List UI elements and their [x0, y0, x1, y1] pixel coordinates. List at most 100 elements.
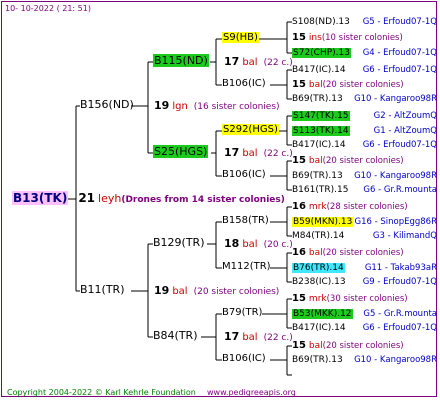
gen-reference: G2 - AltZoumQ: [374, 110, 437, 122]
sister-colonies-note: (20 c.): [263, 240, 293, 250]
gen4-row: 15 bal(20 sister colonies): [292, 79, 404, 91]
root-queen-name: B13(TK): [12, 191, 69, 205]
gen3-queen: S9(HB): [222, 32, 259, 44]
gen4-row: B69(TR).13: [292, 354, 343, 366]
gen4-row: B161(TR).15: [292, 184, 348, 196]
year-label: 16: [292, 247, 306, 258]
gen1-info: 19 lgn (16 sister colonies): [152, 100, 280, 113]
gen4-row: M84(TR).14: [292, 230, 344, 242]
gen3-queen: M112(TR): [222, 261, 271, 273]
year-label: 16: [292, 201, 306, 212]
gen-reference: G16 - SinopEgg86R: [355, 216, 438, 228]
year-label: 19: [154, 99, 170, 112]
sister-colonies-note: (10 sister colonies): [321, 33, 403, 43]
queen-name: B417(IC).14: [292, 140, 346, 150]
gen4-row: 16 bal(20 sister colonies): [292, 247, 404, 259]
queen-name: S25(HGS): [153, 145, 209, 158]
breed-code: bal: [308, 156, 323, 166]
gen2-queen: B84(TR): [153, 330, 198, 343]
reference-link: G16 - SinopEgg86R: [354, 217, 438, 227]
gen-reference: G5 - Gr.R.mounta: [363, 308, 437, 320]
reference-link: G6 - Gr.R.mounta: [363, 185, 437, 195]
gen-reference: G6 - Gr.R.mounta: [363, 184, 437, 196]
sister-colonies-note: (30 sister colonies): [326, 294, 408, 304]
gen4-row: S113(TK).14: [292, 125, 350, 137]
queen-name: B76(TR).14: [292, 263, 345, 273]
copyright-text: Copyright 2004-2022 © Karl Kehrle Founda…: [7, 388, 196, 397]
queen-name: B69(TR).13: [292, 355, 343, 365]
gen2-info: 17 bal (22 c.): [222, 331, 293, 344]
root-breed-code: leyh: [98, 192, 122, 205]
gen3-queen: B106(IC): [222, 353, 266, 365]
year-label: 15: [292, 79, 306, 90]
year-label: 15: [292, 32, 306, 43]
gen-reference: G9 - Erfoud07-1Q: [363, 276, 437, 288]
queen-name: B158(TR): [222, 215, 269, 226]
gen-reference: G11 - Takab93aR: [365, 262, 437, 274]
queen-name: B11(TR): [80, 283, 125, 296]
queen-name: B106(IC): [222, 78, 266, 89]
gen2-info: 17 bal (22 c.): [222, 147, 293, 160]
breed-code: bal: [242, 239, 258, 250]
reference-link: G10 - Kangaroo98R: [354, 355, 437, 365]
queen-name: S292(HGS): [222, 124, 279, 135]
gen3-queen: B79(TR): [222, 307, 262, 319]
sister-colonies-note: (20 sister colonies): [322, 156, 404, 166]
reference-link: G3 - KilimandQ: [372, 231, 437, 241]
reference-link: G6 - Erfoud07-1Q: [362, 65, 437, 75]
year-label: 19: [154, 284, 170, 297]
breed-code: ins: [308, 33, 322, 43]
queen-name: B84(TR): [153, 329, 198, 342]
root-queen: B13(TK) 21 leyh(Drones from 14 sister colo…: [12, 191, 285, 206]
queen-name: S9(HB): [222, 32, 259, 43]
gen2-info: 17 bal (22 c.): [222, 56, 293, 69]
queen-name: B53(MKK).12: [292, 309, 353, 319]
gen2-queen: B115(ND): [153, 54, 209, 68]
sister-colonies-note: (28 sister colonies): [326, 202, 408, 212]
queen-name: S108(ND).13: [292, 17, 350, 27]
queen-name: B129(TR): [153, 236, 205, 249]
year-label: 15: [292, 155, 306, 166]
breed-code: bal: [242, 57, 258, 68]
gen-reference: G1 - AltZoumQ: [374, 125, 437, 137]
gen4-row: 15 bal(20 sister colonies): [292, 340, 404, 352]
queen-name: B59(MKN).13: [292, 217, 354, 227]
gen-reference: G4 - Erfoud07-1Q: [363, 47, 437, 59]
gen4-row: B69(TR).13: [292, 170, 343, 182]
gen1-queen: B156(ND): [80, 99, 134, 112]
breed-code: bal: [308, 248, 323, 258]
breed-code: lgn: [172, 101, 188, 112]
queen-name: M112(TR): [222, 261, 271, 272]
gen3-queen: B158(TR): [222, 215, 269, 227]
gen-reference: G5 - Erfoud07-1Q: [363, 16, 437, 28]
queen-name: S72(CHP).13: [292, 48, 351, 58]
sister-colonies-note: (22 c.): [263, 149, 293, 159]
gen4-row: B69(TR).13: [292, 93, 343, 105]
gen4-row: S108(ND).13: [292, 16, 350, 28]
gen3-queen: S292(HGS): [222, 124, 279, 136]
report-date: 10- 10-2022 ( 21: 51): [5, 4, 91, 13]
gen3-queen: B106(IC): [222, 78, 266, 90]
reference-link: G5 - Gr.R.mounta: [363, 309, 437, 319]
gen2-info: 18 bal (20 c.): [222, 238, 293, 251]
reference-link: G6 - Erfoud07-1Q: [362, 140, 437, 150]
reference-link: G1 - AltZoumQ: [373, 126, 437, 136]
root-year: 21: [78, 191, 96, 205]
gen-reference: G10 - Kangaroo98R: [354, 93, 437, 105]
reference-link: G9 - Erfoud07-1Q: [362, 277, 437, 287]
gen-reference: G6 - Erfoud07-1Q: [363, 64, 437, 76]
queen-name: M84(TR).14: [292, 231, 345, 241]
gen2-queen: S25(HGS): [153, 145, 209, 159]
queen-name: B69(TR).13: [292, 94, 343, 104]
gen3-queen: B106(IC): [222, 169, 266, 181]
sister-colonies-note: (22 c.): [263, 333, 293, 343]
site-link[interactable]: www.pedigreeapis.org: [207, 387, 296, 399]
reference-link: G10 - Kangaroo98R: [354, 94, 437, 104]
sister-colonies-note: (20 sister colonies): [322, 248, 404, 258]
gen-reference: G6 - Erfoud07-1Q: [363, 139, 437, 151]
gen-reference: G6 - Erfoud07-1Q: [363, 322, 437, 334]
breed-code: bal: [242, 148, 258, 159]
root-drone-note: (Drones from 14 sister colonies): [121, 195, 285, 205]
reference-link: G6 - Erfoud07-1Q: [362, 323, 437, 333]
gen4-row: B238(IC).13: [292, 276, 346, 288]
